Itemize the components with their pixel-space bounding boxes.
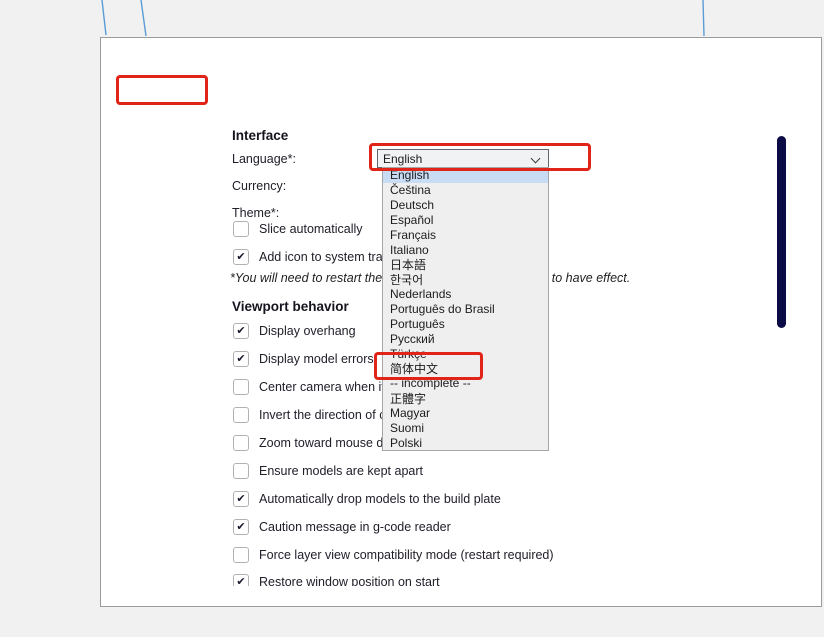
checkbox-label: Caution message in g-code reader <box>259 520 451 534</box>
interface-section-heading: Interface <box>232 128 288 143</box>
checkbox[interactable] <box>233 435 249 451</box>
currency-label: Currency: <box>232 177 286 195</box>
checkbox[interactable]: ✔ <box>233 491 249 507</box>
checkbox[interactable] <box>233 407 249 423</box>
checkbox-label: Display model errors <box>259 352 374 366</box>
dropdown-option-incomplete-separator: -- incomplete -- <box>383 376 548 391</box>
language-label: Language*: <box>232 150 296 168</box>
viewport-section-heading: Viewport behavior <box>232 299 349 314</box>
checkbox-label: Display overhang <box>259 324 356 338</box>
checkmark-icon: ✔ <box>236 252 245 263</box>
dropdown-option-francais[interactable]: Français <box>383 227 548 242</box>
clipped-row-wrapper: ✔ Restore window position on start <box>0 573 824 586</box>
dropdown-option-english[interactable]: English <box>383 168 548 183</box>
dropdown-option-traditional-chinese[interactable]: 正體字 <box>383 391 548 406</box>
dropdown-option-suomi[interactable]: Suomi <box>383 420 548 435</box>
checkbox[interactable]: ✔ <box>233 351 249 367</box>
dropdown-option-espanol[interactable]: Español <box>383 213 548 228</box>
checkbox[interactable]: ✔ <box>233 249 249 265</box>
dropdown-option-deutsch[interactable]: Deutsch <box>383 198 548 213</box>
dropdown-option-cestina[interactable]: Čeština <box>383 183 548 198</box>
language-dropdown-popup: English Čeština Deutsch Español Français… <box>382 167 549 451</box>
language-combobox-value: English <box>378 152 422 166</box>
checkbox-row-restore-window-position[interactable]: ✔ Restore window position on start <box>233 573 440 586</box>
checkbox-label: Force layer view compatibility mode (res… <box>259 548 554 562</box>
dropdown-option-russian[interactable]: Русский <box>383 331 548 346</box>
checkbox-row-drop-models[interactable]: ✔ Automatically drop models to the build… <box>233 490 501 508</box>
checkbox-row-gcode-caution[interactable]: ✔ Caution message in g-code reader <box>233 518 451 536</box>
checkmark-icon: ✔ <box>236 494 245 505</box>
checkbox[interactable] <box>233 221 249 237</box>
checkbox[interactable] <box>233 547 249 563</box>
dropdown-option-polski[interactable]: Polski <box>383 435 548 450</box>
checkbox-label: Slice automatically <box>259 222 363 236</box>
checkmark-icon: ✔ <box>236 522 245 533</box>
chevron-down-icon <box>531 154 541 164</box>
checkmark-icon: ✔ <box>236 326 245 337</box>
dropdown-option-portugues[interactable]: Português <box>383 316 548 331</box>
checkbox[interactable]: ✔ <box>233 519 249 535</box>
checkmark-icon: ✔ <box>236 354 245 365</box>
dropdown-option-italiano[interactable]: Italiano <box>383 242 548 257</box>
dropdown-option-korean[interactable]: 한국어 <box>383 272 548 287</box>
dropdown-option-magyar[interactable]: Magyar <box>383 406 548 421</box>
checkbox-row-model-errors[interactable]: ✔ Display model errors <box>233 350 374 368</box>
dropdown-option-turkce[interactable]: Türkçe <box>383 346 548 361</box>
checkbox[interactable] <box>233 379 249 395</box>
checkbox[interactable]: ✔ <box>233 574 249 586</box>
screen: Preferences General Settings Printers Ma… <box>0 0 824 637</box>
dropdown-option-simplified-chinese[interactable]: 简体中文 <box>383 361 548 376</box>
dropdown-option-pt-brasil[interactable]: Português do Brasil <box>383 302 548 317</box>
language-combobox[interactable]: English <box>377 149 549 168</box>
scrollbar-thumb[interactable] <box>777 136 786 328</box>
checkbox-row-layer-compatibility[interactable]: Force layer view compatibility mode (res… <box>233 546 554 564</box>
checkbox[interactable]: ✔ <box>233 323 249 339</box>
background-grid-lines <box>0 0 824 40</box>
checkbox-label: Restore window position on start <box>259 575 440 586</box>
checkbox-label: Ensure models are kept apart <box>259 464 423 478</box>
checkbox-row-display-overhang[interactable]: ✔ Display overhang <box>233 322 356 340</box>
checkbox[interactable] <box>233 463 249 479</box>
checkbox-row-keep-apart[interactable]: Ensure models are kept apart <box>233 462 423 480</box>
checkbox-row-system-tray[interactable]: ✔ Add icon to system tray * <box>233 248 397 266</box>
dropdown-option-nederlands[interactable]: Nederlands <box>383 287 548 302</box>
checkbox-label: Add icon to system tray * <box>259 250 397 264</box>
checkbox-row-slice-automatically[interactable]: Slice automatically <box>233 220 363 238</box>
dropdown-option-japanese[interactable]: 日本語 <box>383 257 548 272</box>
checkbox-label: Automatically drop models to the build p… <box>259 492 501 506</box>
checkmark-icon: ✔ <box>236 577 245 587</box>
